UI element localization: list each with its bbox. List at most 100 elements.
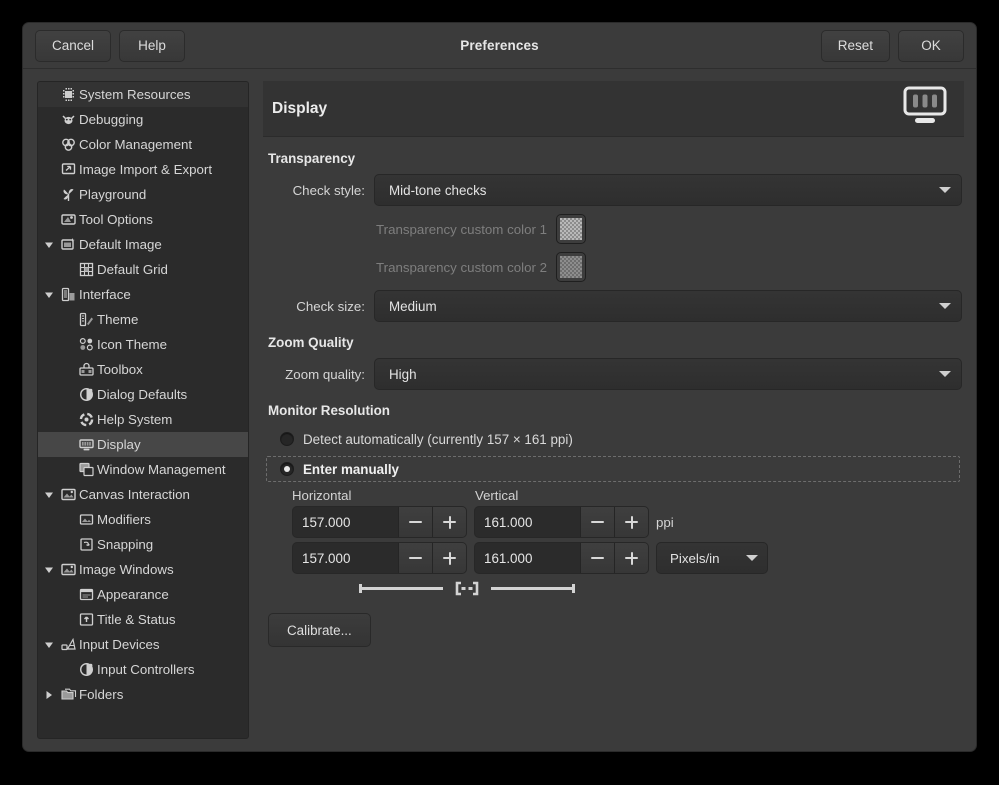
horizontal-alt-decrement-button[interactable] bbox=[398, 543, 432, 573]
check-style-row: Check style: Mid-tone checks bbox=[266, 174, 962, 206]
horizontal-ppi-input[interactable]: 157.000 bbox=[293, 507, 398, 537]
zoom-quality-section-title: Zoom Quality bbox=[268, 335, 962, 350]
sidebar-item-playground[interactable]: Playground bbox=[38, 182, 248, 207]
sidebar-item-icon-theme[interactable]: Icon Theme bbox=[38, 332, 248, 357]
chevron-down-icon[interactable] bbox=[40, 565, 58, 575]
sidebar-item-label: Tool Options bbox=[79, 211, 153, 229]
plus-icon bbox=[625, 516, 638, 529]
horizontal-alt-stepper[interactable]: 157.000 bbox=[292, 542, 467, 574]
sidebar-item-tool-options[interactable]: Tool Options bbox=[38, 207, 248, 232]
vertical-ppi-increment-button[interactable] bbox=[614, 507, 648, 537]
sidebar-item-modifiers[interactable]: Modifiers bbox=[38, 507, 248, 532]
header-left-buttons: Cancel Help bbox=[35, 30, 185, 62]
vertical-ppi-stepper[interactable]: 161.000 bbox=[474, 506, 649, 538]
sidebar-item-label: Default Image bbox=[79, 236, 162, 254]
cancel-button[interactable]: Cancel bbox=[35, 30, 111, 62]
sidebar-item-label: System Resources bbox=[79, 86, 191, 104]
sidebar-item-label: Toolbox bbox=[97, 361, 143, 379]
detect-automatically-radio-row[interactable]: Detect automatically (currently 157 × 16… bbox=[266, 426, 962, 452]
calibrate-button[interactable]: Calibrate... bbox=[268, 613, 371, 647]
chevron-right-icon[interactable] bbox=[40, 690, 58, 700]
appearance-icon bbox=[76, 586, 96, 604]
check-size-label: Check size: bbox=[266, 299, 374, 314]
sidebar-item-label: Window Management bbox=[97, 461, 226, 479]
sidebar-item-dialog-defaults[interactable]: Dialog Defaults bbox=[38, 382, 248, 407]
sidebar-item-input-devices[interactable]: Input Devices bbox=[38, 632, 248, 657]
sidebar-item-image-windows[interactable]: Image Windows bbox=[38, 557, 248, 582]
horizontal-ppi-stepper[interactable]: 157.000 bbox=[292, 506, 467, 538]
toolbox-icon bbox=[76, 361, 96, 379]
resolution-unit-dropdown[interactable]: Pixels/in bbox=[656, 542, 768, 574]
transparency-custom-color-2-swatch[interactable] bbox=[556, 252, 586, 282]
chevron-down-icon[interactable] bbox=[40, 490, 58, 500]
chevron-down-icon[interactable] bbox=[40, 640, 58, 650]
resolution-unit-value: Pixels/in bbox=[670, 551, 720, 566]
enter-manually-radio-row[interactable]: Enter manually bbox=[266, 456, 960, 482]
sidebar-item-default-grid[interactable]: Default Grid bbox=[38, 257, 248, 282]
sidebar-item-theme[interactable]: Theme bbox=[38, 307, 248, 332]
resolution-chain-toggle[interactable] bbox=[292, 578, 641, 600]
sidebar-item-help-system[interactable]: Help System bbox=[38, 407, 248, 432]
sidebar-item-color-management[interactable]: Color Management bbox=[38, 132, 248, 157]
vertical-ppi-input[interactable]: 161.000 bbox=[475, 507, 580, 537]
plus-icon bbox=[625, 552, 638, 565]
zoom-quality-dropdown[interactable]: High bbox=[374, 358, 962, 390]
sidebar-item-system-resources[interactable]: System Resources bbox=[38, 82, 248, 107]
zoom-quality-value: High bbox=[389, 367, 417, 382]
check-style-dropdown[interactable]: Mid-tone checks bbox=[374, 174, 962, 206]
folders-icon bbox=[58, 686, 78, 704]
sidebar-item-appearance[interactable]: Appearance bbox=[38, 582, 248, 607]
horizontal-header: Horizontal bbox=[292, 488, 475, 503]
vertical-alt-input[interactable]: 161.000 bbox=[475, 543, 580, 573]
radio-icon[interactable] bbox=[280, 432, 294, 446]
sidebar-item-toolbox[interactable]: Toolbox bbox=[38, 357, 248, 382]
modifiers-icon bbox=[76, 511, 96, 529]
chevron-down-icon[interactable] bbox=[40, 290, 58, 300]
sidebar-item-debugging[interactable]: Debugging bbox=[38, 107, 248, 132]
reset-button[interactable]: Reset bbox=[821, 30, 890, 62]
sidebar-item-display[interactable]: Display bbox=[38, 432, 248, 457]
check-size-dropdown[interactable]: Medium bbox=[374, 290, 962, 322]
sidebar-item-label: Dialog Defaults bbox=[97, 386, 187, 404]
sidebar-item-snapping[interactable]: Snapping bbox=[38, 532, 248, 557]
sidebar-item-label: Playground bbox=[79, 186, 146, 204]
preferences-category-sidebar[interactable]: System Resources DebuggingColor Managemen… bbox=[37, 81, 249, 739]
sidebar-item-image-import-export[interactable]: Image Import & Export bbox=[38, 157, 248, 182]
sidebar-item-label: Interface bbox=[79, 286, 131, 304]
horizontal-ppi-decrement-button[interactable] bbox=[398, 507, 432, 537]
pane-header: Display bbox=[263, 81, 964, 137]
sidebar-item-default-image[interactable]: Default Image bbox=[38, 232, 248, 257]
sidebar-item-label: Input Devices bbox=[79, 636, 160, 654]
custom-color-2-label: Transparency custom color 2 bbox=[266, 260, 556, 275]
ok-button[interactable]: OK bbox=[898, 30, 964, 62]
sidebar-item-label: Default Grid bbox=[97, 261, 168, 279]
vertical-alt-stepper[interactable]: 161.000 bbox=[474, 542, 649, 574]
transparency-section-title: Transparency bbox=[268, 151, 962, 166]
sidebar-item-canvas-interaction[interactable]: Canvas Interaction bbox=[38, 482, 248, 507]
vertical-ppi-decrement-button[interactable] bbox=[580, 507, 614, 537]
checkerboard-preview bbox=[560, 256, 582, 278]
sidebar-item-label: Theme bbox=[97, 311, 138, 329]
transparency-custom-color-1-swatch[interactable] bbox=[556, 214, 586, 244]
sidebar-item-folders[interactable]: Folders bbox=[38, 682, 248, 707]
horizontal-alt-input[interactable]: 157.000 bbox=[293, 543, 398, 573]
chevron-down-icon bbox=[746, 555, 758, 561]
zoom-quality-label: Zoom quality: bbox=[266, 367, 374, 382]
horizontal-ppi-increment-button[interactable] bbox=[432, 507, 466, 537]
sidebar-item-title-status[interactable]: Title & Status bbox=[38, 607, 248, 632]
sidebar-item-window-management[interactable]: Window Management bbox=[38, 457, 248, 482]
radio-icon[interactable] bbox=[280, 462, 294, 476]
vertical-alt-decrement-button[interactable] bbox=[580, 543, 614, 573]
help-button[interactable]: Help bbox=[119, 30, 185, 62]
check-style-label: Check style: bbox=[266, 183, 374, 198]
ppi-unit-label: ppi bbox=[656, 515, 674, 530]
chevron-down-icon[interactable] bbox=[40, 240, 58, 250]
vertical-alt-increment-button[interactable] bbox=[614, 543, 648, 573]
sidebar-item-input-controllers[interactable]: Input Controllers bbox=[38, 657, 248, 682]
sidebar-item-interface[interactable]: Interface bbox=[38, 282, 248, 307]
horizontal-alt-increment-button[interactable] bbox=[432, 543, 466, 573]
sidebar-item-label: Canvas Interaction bbox=[79, 486, 190, 504]
input-devices-icon bbox=[58, 636, 78, 654]
calibrate-area: Calibrate... bbox=[266, 613, 962, 647]
snapping-icon bbox=[76, 536, 96, 554]
